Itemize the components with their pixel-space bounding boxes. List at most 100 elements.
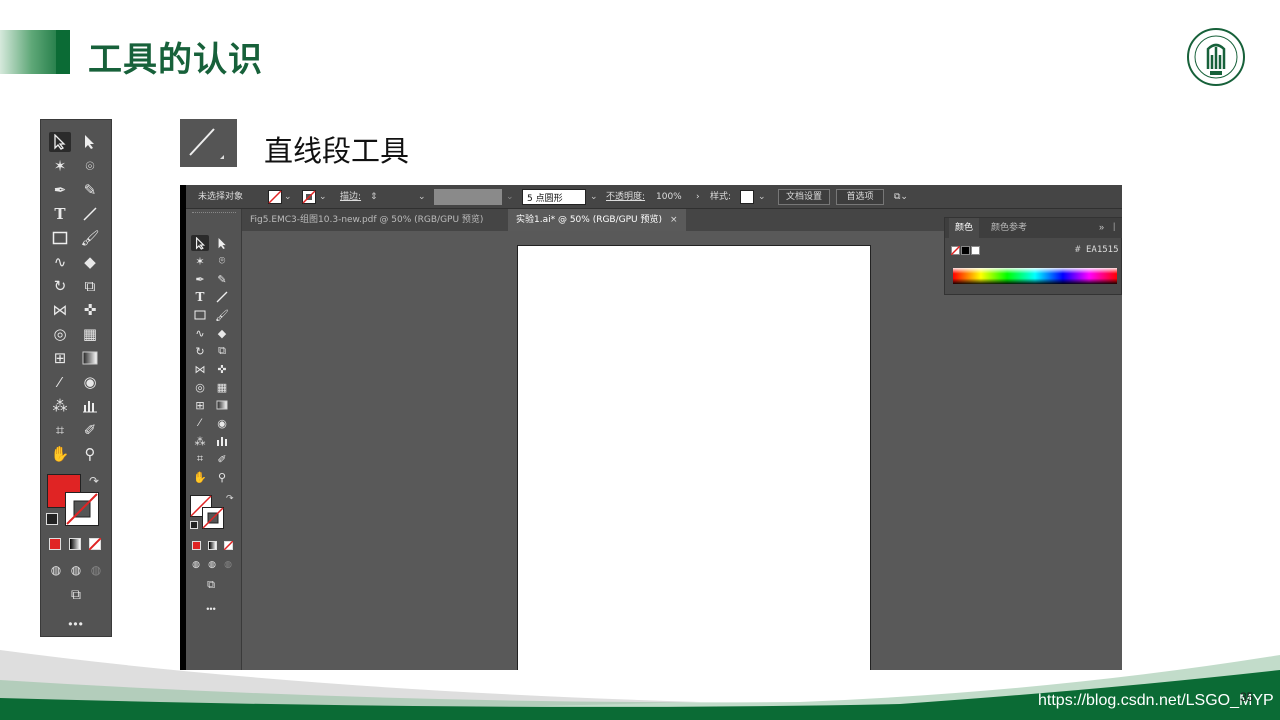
small-pen-icon[interactable]: ✒ — [191, 271, 209, 287]
brush-definition-field[interactable]: 5 点圆形 — [522, 189, 586, 205]
small-type-icon[interactable]: T — [191, 289, 209, 305]
eraser-tool-icon[interactable]: ◆ — [79, 252, 101, 272]
small-curvature-icon[interactable]: ✎ — [213, 271, 231, 287]
stroke-control-swatch[interactable] — [302, 190, 316, 204]
brush-dropdown-icon[interactable]: ⌄ — [590, 190, 598, 204]
gradient-mode-icon[interactable] — [69, 538, 81, 550]
small-puppet-warp-icon[interactable]: ✜ — [213, 361, 231, 377]
stroke-dropdown-icon[interactable]: ⌄ — [319, 190, 327, 204]
line-segment-tool-icon[interactable] — [79, 204, 101, 224]
width-tool-icon[interactable]: ⋈ — [49, 300, 71, 320]
draw-inside-icon[interactable]: ◍ — [85, 560, 107, 580]
fill-dropdown-icon[interactable]: ⌄ — [284, 190, 292, 204]
direct-selection-tool-icon[interactable] — [79, 132, 101, 152]
scale-tool-icon[interactable]: ⧉ — [79, 276, 101, 296]
small-zoom-icon[interactable]: ⚲ — [213, 469, 231, 485]
style-swatch[interactable] — [740, 190, 754, 204]
hand-tool-icon[interactable]: ✋ — [49, 444, 71, 464]
small-rotate-icon[interactable]: ↻ — [191, 343, 209, 359]
tab-experiment1-ai[interactable]: 实验1.ai* @ 50% (RGB/GPU 预览) × — [508, 209, 686, 231]
small-column-graph-icon[interactable] — [213, 433, 231, 449]
small-gradient-icon[interactable] — [213, 397, 231, 413]
small-swap-icon[interactable]: ↷ — [226, 493, 234, 504]
opacity-arrow-icon[interactable]: › — [696, 190, 700, 204]
slice-tool-icon[interactable]: ✐ — [79, 420, 101, 440]
small-edit-toolbar-icon[interactable]: ••• — [202, 601, 220, 617]
curvature-tool-icon[interactable]: ✎ — [79, 180, 101, 200]
none-mode-icon[interactable] — [89, 538, 101, 550]
opacity-label[interactable]: 不透明度: — [606, 190, 645, 204]
default-fill-stroke-icon[interactable] — [46, 513, 58, 525]
stroke-label[interactable]: 描边: — [340, 190, 361, 204]
small-hand-icon[interactable]: ✋ — [191, 469, 209, 485]
shaper-tool-icon[interactable]: ∿ — [49, 252, 71, 272]
fill-control-swatch[interactable] — [268, 190, 282, 204]
opacity-value[interactable]: 100% — [656, 190, 682, 204]
small-blend-icon[interactable]: ◉ — [213, 415, 231, 431]
draw-behind-icon[interactable]: ◍ — [65, 560, 87, 580]
type-tool-icon[interactable]: T — [49, 204, 71, 224]
draw-normal-icon[interactable]: ◍ — [45, 560, 67, 580]
swap-fill-stroke-icon[interactable]: ↷ — [89, 474, 99, 488]
panel-collapse-icon[interactable]: » — [1099, 222, 1104, 232]
preferences-button[interactable]: 首选项 — [836, 189, 884, 205]
stroke-swatch[interactable] — [65, 492, 99, 526]
hex-value-field[interactable]: EA1515 — [1086, 245, 1119, 255]
small-draw-behind-icon[interactable]: ◍ — [204, 557, 220, 571]
small-gradient-mode-icon[interactable] — [208, 541, 217, 550]
small-shaper-icon[interactable]: ∿ — [191, 325, 209, 341]
edit-toolbar-icon[interactable]: ••• — [65, 614, 87, 634]
symbol-sprayer-tool-icon[interactable]: ⁂ — [49, 396, 71, 416]
puppet-warp-tool-icon[interactable]: ✜ — [79, 300, 101, 320]
gradient-tool-icon[interactable] — [79, 348, 101, 368]
tools-panel-grip[interactable] — [192, 212, 236, 215]
shape-builder-tool-icon[interactable]: ◎ — [49, 324, 71, 344]
color-mode-icon[interactable] — [49, 538, 61, 550]
small-lasso-icon[interactable]: ⌾ — [213, 253, 231, 269]
pen-tool-icon[interactable]: ✒ — [49, 180, 71, 200]
zoom-tool-icon[interactable]: ⚲ — [79, 444, 101, 464]
magic-wand-tool-icon[interactable]: ✶ — [49, 156, 71, 176]
tab-color-guide[interactable]: 颜色参考 — [985, 218, 1033, 238]
small-mesh-icon[interactable]: ⊞ — [191, 397, 209, 413]
rectangle-tool-icon[interactable] — [49, 228, 71, 248]
small-direct-selection-tool-icon[interactable] — [213, 235, 231, 251]
tab-color[interactable]: 颜色 — [949, 218, 980, 238]
blend-tool-icon[interactable]: ◉ — [79, 372, 101, 392]
tab-fig5-pdf[interactable]: Fig5.EMC3-组图10.3-new.pdf @ 50% (RGB/GPU … — [242, 209, 508, 231]
style-dropdown-icon[interactable]: ⌄ — [758, 190, 766, 204]
change-screen-mode-icon[interactable]: ⧉ — [65, 584, 87, 604]
small-slice-icon[interactable]: ✐ — [213, 451, 231, 467]
small-artboard-icon[interactable]: ⌗ — [191, 451, 209, 467]
small-line-segment-icon[interactable] — [213, 289, 231, 305]
small-draw-normal-icon[interactable]: ◍ — [188, 557, 204, 571]
small-color-mode-icon[interactable] — [192, 541, 201, 550]
arrange-documents-icon[interactable]: ⧉⌄ — [894, 190, 908, 204]
small-eraser-icon[interactable]: ◆ — [213, 325, 231, 341]
small-screen-mode-icon[interactable]: ⧉ — [202, 577, 220, 593]
color-spectrum[interactable] — [953, 268, 1117, 284]
lasso-tool-icon[interactable]: ⌾ — [79, 156, 101, 176]
artboard-tool-icon[interactable]: ⌗ — [49, 420, 71, 440]
variable-width-profile[interactable] — [434, 189, 502, 205]
panel-white-swatch[interactable] — [971, 246, 980, 255]
small-default-colors-icon[interactable] — [190, 521, 198, 529]
paintbrush-tool-icon[interactable]: 🖌 — [79, 228, 101, 248]
small-scale-icon[interactable]: ⧉ — [213, 343, 231, 359]
stroke-weight-dropdown-icon[interactable]: ⌄ — [418, 190, 426, 204]
small-none-mode-icon[interactable] — [224, 541, 233, 550]
small-rectangle-icon[interactable] — [191, 307, 209, 323]
panel-none-swatch[interactable] — [951, 246, 960, 255]
small-eyedropper-icon[interactable]: ⁄ — [191, 415, 209, 431]
artboard[interactable] — [517, 245, 871, 670]
small-stroke-swatch[interactable] — [202, 507, 224, 529]
small-shape-builder-icon[interactable]: ◎ — [191, 379, 209, 395]
stroke-weight-stepper-icon[interactable]: ⇕ — [370, 190, 378, 204]
mesh-tool-icon[interactable]: ⊞ — [49, 348, 71, 368]
rotate-tool-icon[interactable]: ↻ — [49, 276, 71, 296]
small-selection-tool-icon[interactable] — [191, 235, 209, 251]
profile-dropdown-icon[interactable]: ⌄ — [506, 190, 514, 204]
small-width-icon[interactable]: ⋈ — [191, 361, 209, 377]
document-setup-button[interactable]: 文档设置 — [778, 189, 830, 205]
small-perspective-grid-icon[interactable]: ▦ — [213, 379, 231, 395]
